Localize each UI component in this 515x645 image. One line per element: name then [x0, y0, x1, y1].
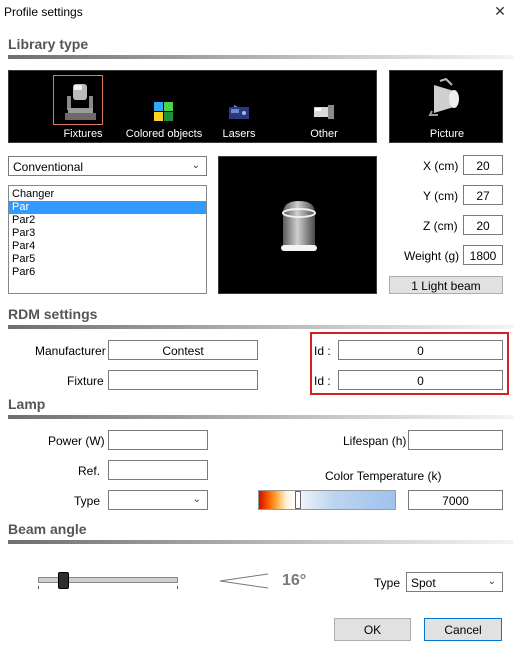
slider-thumb[interactable]: [58, 572, 69, 589]
library-type-panel: Fixtures Colored objects Lasers Other: [8, 70, 377, 143]
manufacturer-id-input[interactable]: 0: [338, 340, 503, 360]
lamp-type-select[interactable]: ⌄: [108, 490, 208, 510]
list-item[interactable]: Par5: [9, 253, 206, 266]
fixture-preview: [218, 156, 377, 294]
library-item-label: Colored objects: [125, 128, 203, 140]
list-item-selected[interactable]: Par: [9, 201, 206, 214]
z-label: Z (cm): [423, 219, 458, 233]
ref-input[interactable]: [108, 460, 208, 480]
beam-cone-icon: [218, 573, 270, 589]
picture-label: Picture: [429, 128, 465, 140]
chevron-down-icon: ⌄: [191, 160, 200, 171]
chevron-down-icon: ⌄: [487, 576, 496, 587]
x-input[interactable]: 20: [463, 155, 503, 175]
beam-angle-heading: Beam angle: [8, 521, 87, 537]
moving-head-icon: [53, 75, 103, 125]
power-label: Power (W): [48, 434, 105, 448]
close-icon[interactable]: ✕: [493, 3, 507, 19]
library-item-label: Lasers: [222, 128, 256, 140]
colored-objects-icon: [152, 101, 176, 123]
fixture-input[interactable]: [108, 370, 258, 390]
light-beam-button[interactable]: 1 Light beam: [389, 276, 503, 294]
beam-type-label: Type: [374, 576, 401, 590]
list-item[interactable]: Par6: [9, 266, 206, 279]
ok-button[interactable]: OK: [334, 618, 411, 641]
par-can-icon: [426, 77, 466, 117]
lamp-type-label: Type: [74, 494, 101, 508]
beam-angle-value: 16°: [282, 572, 307, 589]
color-temperature-label: Color Temperature (k): [325, 469, 442, 483]
lifespan-label: Lifespan (h): [343, 434, 407, 448]
y-input[interactable]: 27: [463, 185, 503, 205]
z-input[interactable]: 20: [463, 215, 503, 235]
model-list[interactable]: Changer Par Par2 Par3 Par4 Par5 Par6: [8, 185, 207, 294]
ref-label: Ref.: [78, 464, 101, 478]
y-label: Y (cm): [423, 189, 459, 203]
manufacturer-label: Manufacturer: [35, 344, 106, 358]
par-model-preview: [277, 199, 321, 257]
weight-label: Weight (g): [404, 249, 460, 263]
library-type-divider: [8, 55, 513, 59]
color-temperature-thumb[interactable]: [295, 491, 301, 509]
fixture-type-select[interactable]: Conventional ⌄: [8, 156, 207, 176]
power-input[interactable]: [108, 430, 208, 450]
beam-type-value: Spot: [411, 576, 436, 590]
library-item-label: Other: [310, 128, 338, 140]
beam-angle-divider: [8, 540, 513, 544]
fixture-type-value: Conventional: [13, 160, 84, 174]
chevron-down-icon: ⌄: [192, 494, 201, 505]
list-item[interactable]: Changer: [9, 188, 206, 201]
x-label: X (cm): [423, 159, 459, 173]
rdm-divider: [8, 325, 513, 329]
fixture-id-label: Id :: [314, 374, 331, 388]
library-item-colored-objects[interactable]: Colored objects: [114, 73, 214, 141]
manufacturer-input[interactable]: Contest: [108, 340, 258, 360]
list-item[interactable]: Par2: [9, 214, 206, 227]
other-fixture-icon: [311, 101, 337, 123]
beam-angle-slider[interactable]: [38, 572, 178, 590]
color-temperature-input[interactable]: 7000: [408, 490, 503, 510]
window-title: Profile settings: [4, 5, 83, 19]
list-item[interactable]: Par4: [9, 240, 206, 253]
library-type-heading: Library type: [8, 36, 89, 52]
fixture-label: Fixture: [67, 374, 104, 388]
color-temperature-slider[interactable]: [258, 490, 396, 510]
cancel-button[interactable]: Cancel: [424, 618, 502, 641]
weight-input[interactable]: 1800: [463, 245, 503, 265]
lamp-heading: Lamp: [8, 396, 46, 412]
library-item-lasers[interactable]: Lasers: [209, 73, 269, 141]
beam-type-select[interactable]: Spot ⌄: [406, 572, 503, 592]
manufacturer-id-label: Id :: [314, 344, 331, 358]
lifespan-input[interactable]: [408, 430, 503, 450]
fixture-id-input[interactable]: 0: [338, 370, 503, 390]
rdm-settings-heading: RDM settings: [8, 306, 98, 322]
laser-icon: [226, 101, 252, 123]
library-item-other[interactable]: Other: [299, 73, 349, 141]
lamp-divider: [8, 415, 513, 419]
picture-panel[interactable]: Picture: [389, 70, 503, 143]
list-item[interactable]: Par3: [9, 227, 206, 240]
